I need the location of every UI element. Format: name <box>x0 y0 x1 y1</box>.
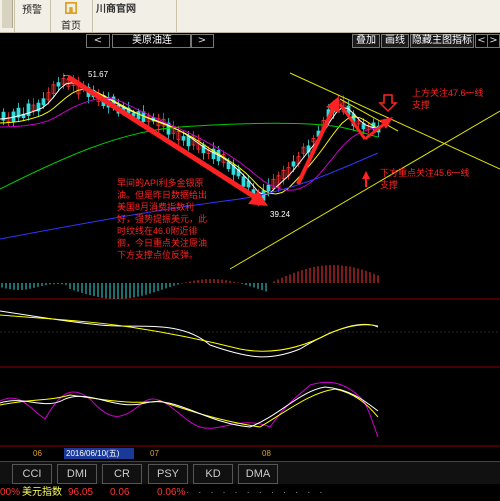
svg-text:早间的API利多金银原: 早间的API利多金银原 <box>117 177 204 188</box>
home-label: 首页 <box>61 21 81 32</box>
tab-dma[interactable]: DMA <box>238 464 278 484</box>
macd-histogram <box>1 265 379 299</box>
candle-body <box>41 98 46 106</box>
date-cursor-label: 2016/06/10(五) <box>66 449 120 458</box>
up-trend-arrow <box>296 97 340 185</box>
prev-instrument-button[interactable]: < <box>86 34 110 48</box>
alert-button[interactable]: 预警 <box>15 0 49 32</box>
tab-cr[interactable]: CR <box>102 464 142 484</box>
home-icon <box>65 2 77 14</box>
candle-body <box>56 82 61 87</box>
svg-text:08: 08 <box>262 449 271 458</box>
date-axis: 06 2016/06/10(五) 07 08 <box>33 448 271 459</box>
candle-body <box>241 176 246 187</box>
svg-text:好，强势提振美元，此: 好，强势提振美元，此 <box>117 213 207 224</box>
svg-text:美国8月消费指数利: 美国8月消费指数利 <box>117 201 194 212</box>
svg-text:←: ← <box>62 70 70 79</box>
svg-text:油。但是昨日数据给出: 油。但是昨日数据给出 <box>117 189 207 200</box>
svg-text:06: 06 <box>33 449 42 458</box>
upper-down-arrow-icon <box>378 94 398 113</box>
instrument-nav: < 美原油连 > 叠加 画线 隐藏主图指标 < > <box>0 33 500 49</box>
lower-up-arrow-icon <box>362 171 370 187</box>
upper-support-annotation: 上方关注47.6一线 支撑 <box>412 87 484 110</box>
svg-text:支撑: 支撑 <box>380 179 398 190</box>
tab-cci[interactable]: CCI <box>12 464 52 484</box>
next-instrument-button[interactable]: > <box>190 34 214 48</box>
price-chart[interactable]: 51.67 ← 39.24 早间的API利多金银原 油。但是昨日数据给出 美国8… <box>0 49 500 461</box>
high-price-label: 51.67 <box>88 70 109 79</box>
back-button[interactable] <box>0 0 14 32</box>
tab-psy[interactable]: PSY <box>148 464 188 484</box>
index-change-pct: 0.06% <box>157 487 186 498</box>
indicator-tabs: CCI DMI CR PSY KD DMA <box>0 461 500 484</box>
candle-body <box>181 136 186 141</box>
candle-body <box>136 111 141 120</box>
svg-text:下方重点关注45.6一线: 下方重点关注45.6一线 <box>380 167 470 178</box>
svg-text:上方关注47.6一线: 上方关注47.6一线 <box>412 87 484 98</box>
status-left-fragment: 00% <box>0 487 21 498</box>
lower-support-annotation: 下方重点关注45.6一线 支撑 <box>380 167 470 190</box>
macd-dif-line <box>0 310 379 358</box>
hide-indicator-button[interactable]: 隐藏主图指标 <box>410 34 474 48</box>
svg-text:时纹线在46.0附近徘: 时纹线在46.0附近徘 <box>117 225 198 236</box>
draw-line-button[interactable]: 画线 <box>381 34 409 48</box>
main-annotation: 早间的API利多金银原 油。但是昨日数据给出 美国8月消费指数利 好，强势提振美… <box>117 177 207 260</box>
back-icon <box>1 0 13 28</box>
index-change: 0.06 <box>110 487 130 498</box>
svg-text:徊，今日重点关注原油: 徊，今日重点关注原油 <box>117 237 207 248</box>
tab-kd[interactable]: KD <box>193 464 233 484</box>
candle-body <box>266 184 271 192</box>
low-price-label: 39.24 <box>270 210 291 219</box>
candle-body <box>186 135 191 147</box>
home-button[interactable]: 首页 <box>51 0 91 32</box>
top-toolbar: 预警 首页 川商官网 <box>0 0 500 33</box>
support-trendline <box>229 110 500 270</box>
tab-dmi[interactable]: DMI <box>57 464 97 484</box>
svg-text:支撑: 支撑 <box>412 99 430 110</box>
instrument-title[interactable]: 美原油连 <box>112 34 192 48</box>
site-title[interactable]: 川商官网 <box>96 0 136 15</box>
overlay-button[interactable]: 叠加 <box>352 34 380 48</box>
alert-label: 预警 <box>22 5 42 16</box>
candle-body <box>291 161 296 167</box>
svg-text:07: 07 <box>150 449 159 458</box>
svg-text:下方支撑点位反弹。: 下方支撑点位反弹。 <box>117 249 198 260</box>
index-value: 96.05 <box>68 487 94 498</box>
index-label: 美元指数 <box>22 487 62 498</box>
scroll-right-button[interactable]: > <box>487 34 500 48</box>
status-bar: 00% 美元指数 96.05 0.06 0.06% · · · · · · · … <box>0 484 500 501</box>
